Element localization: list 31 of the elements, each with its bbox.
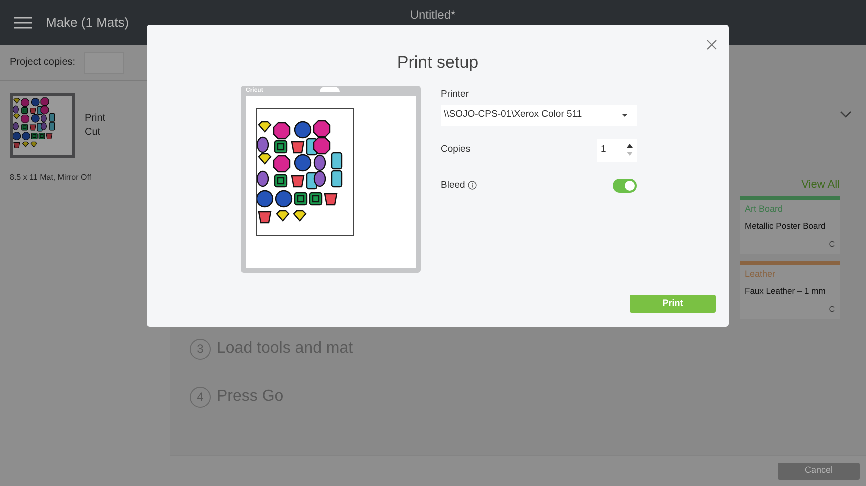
copies-stepper[interactable]: 1 xyxy=(597,138,637,162)
info-icon[interactable] xyxy=(468,181,478,190)
window-title: Untitled* xyxy=(409,8,457,22)
mat-label: Cut xyxy=(85,126,102,140)
printer-select[interactable]: \\SOJO-CPS-01\Xerox Color 511 xyxy=(441,104,637,126)
dropdown-caret-icon xyxy=(622,114,628,117)
menu-button[interactable]: Make (1 Mats) xyxy=(14,12,130,32)
mat-label: Print xyxy=(85,112,106,126)
material-card[interactable]: Art Board Metallic Poster Board C xyxy=(740,196,840,254)
mat-caption: 8.5 x 11 Mat, Mirror Off xyxy=(10,172,93,184)
mat-thumbnail-drawing xyxy=(10,93,75,158)
copies-label: Copies xyxy=(441,143,471,158)
mat-item[interactable]: Print Cut 8.5 x 11 Mat, Mirror Off xyxy=(0,81,170,192)
material-suffix: C xyxy=(829,304,835,316)
material-suffix: C xyxy=(829,239,835,251)
stepper-arrows-icon xyxy=(627,144,633,156)
material-category: Art Board xyxy=(745,203,784,216)
bleed-toggle[interactable] xyxy=(613,178,637,193)
dialog-title: Print setup xyxy=(396,52,480,74)
material-name: Faux Leather – 1 mm xyxy=(745,284,827,298)
material-category: Leather xyxy=(745,268,777,281)
chevron-down-icon[interactable] xyxy=(840,111,852,118)
close-icon xyxy=(707,40,717,50)
menu-icon xyxy=(14,16,32,28)
copies-label: Project copies: xyxy=(10,56,76,70)
close-button[interactable] xyxy=(707,40,717,50)
material-card[interactable]: Leather Faux Leather – 1 mm C xyxy=(740,261,840,319)
mat-notch-icon xyxy=(320,86,340,92)
material-name: Metallic Poster Board xyxy=(745,220,827,232)
bleed-label: Bleed xyxy=(441,178,466,193)
printer-label: Printer xyxy=(441,88,470,102)
